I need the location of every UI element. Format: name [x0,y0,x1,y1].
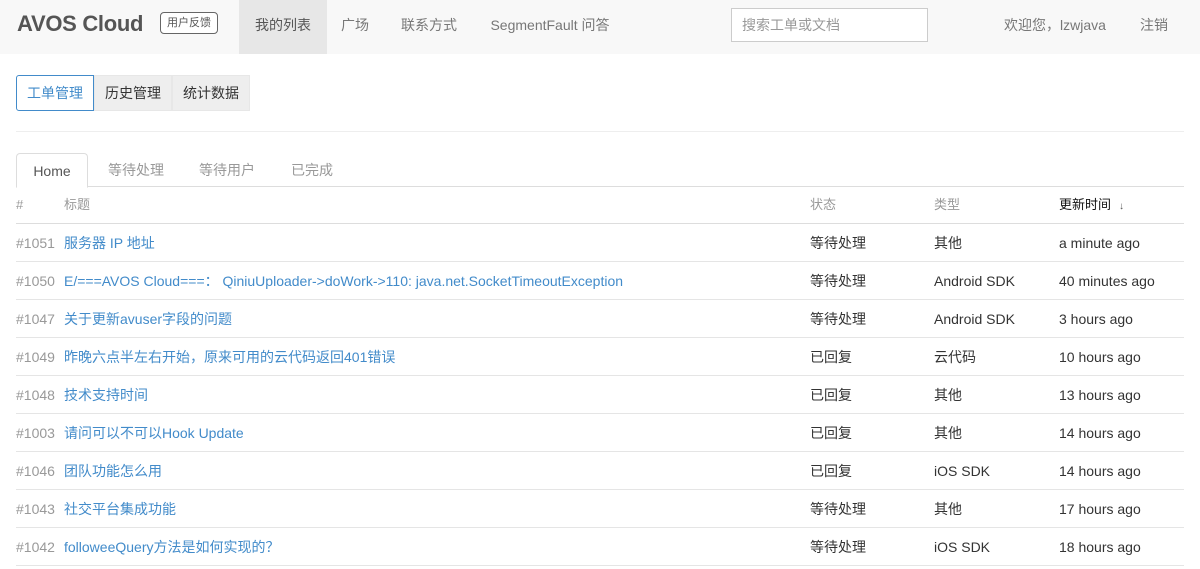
ticket-title-cell: 关于更新avuser字段的问题 [64,300,232,338]
ticket-type: Android SDK [934,311,1015,327]
ticket-type: iOS SDK [934,539,991,555]
table-row[interactable]: #1051 服务器 IP 地址 等待处理 其他 a minute ago [16,224,1184,262]
ticket-title-cell: 服务器 IP 地址 [64,224,155,262]
search-input[interactable] [731,8,928,42]
ticket-title-link[interactable]: 服务器 IP 地址 [64,235,155,251]
nav-item-my-list[interactable]: 我的列表 [239,0,327,54]
header-updated-time-label: 更新时间 [1059,197,1112,212]
header-number: # [16,197,24,212]
ticket-title-link[interactable]: 社交平台集成功能 [64,501,176,517]
ticket-type: 云代码 [934,349,976,365]
ticket-tabs: Home 等待处理 等待用户 已完成 [16,153,1184,188]
ticket-type: iOS SDK [934,463,991,479]
ticket-type: 其他 [934,387,962,403]
ticket-title-link[interactable]: followeeQuery方法是如何实现的？ [64,539,280,555]
sort-descending-icon: ↓ [1119,201,1125,212]
ticket-updated-time: 17 hours ago [1059,501,1141,517]
ticket-number: #1049 [16,349,55,365]
brand-logo[interactable]: AVOS Cloud [17,11,143,37]
table-row[interactable]: #1042 followeeQuery方法是如何实现的？ 等待处理 iOS SDK 18… [16,528,1184,566]
ticket-number: #1003 [16,425,55,441]
table-row[interactable]: #1043 社交平台集成功能 等待处理 其他 17 hours ago [16,490,1184,528]
nav-item-contact[interactable]: 联系方式 [383,0,475,54]
statistics-button[interactable]: 统计数据 [172,75,250,111]
ticket-number: #1043 [16,501,55,517]
header-updated-time[interactable]: 更新时间 ↓ [1059,187,1124,225]
ticket-title-link[interactable]: 请问可以不可以Hook Update [64,425,244,441]
ticket-number: #1048 [16,387,55,403]
ticket-updated-time: 40 minutes ago [1059,273,1155,289]
ticket-updated-time: 3 hours ago [1059,311,1133,327]
ticket-status: 已回复 [810,425,852,441]
ticket-title-cell: followeeQuery方法是如何实现的？ [64,528,280,566]
ticket-title-cell: 请问可以不可以Hook Update [64,414,244,452]
ticket-type: 其他 [934,501,962,517]
ticket-updated-time: 13 hours ago [1059,387,1141,403]
tab-waiting-processing[interactable]: 等待处理 [100,153,172,187]
ticket-title-cell: E/===AVOS Cloud===： QiniuUploader->doWor… [64,262,623,300]
ticket-title-link[interactable]: 关于更新avuser字段的问题 [64,311,232,327]
ticket-updated-time: 18 hours ago [1059,539,1141,555]
ticket-updated-time: 10 hours ago [1059,349,1141,365]
ticket-type: 其他 [934,425,962,441]
tab-waiting-user[interactable]: 等待用户 [191,153,263,187]
header-type[interactable]: 类型 [934,187,960,223]
ticket-status: 已回复 [810,463,852,479]
ticket-status: 等待处理 [810,273,866,289]
table-row[interactable]: #1003 请问可以不可以Hook Update 已回复 其他 14 hours ago [16,414,1184,452]
ticket-updated-time: 14 hours ago [1059,463,1141,479]
ticket-number: #1050 [16,273,55,289]
ticket-number: #1047 [16,311,55,327]
welcome-text[interactable]: 欢迎您，lzwjava [1004,0,1106,54]
table-row[interactable]: #1050 E/===AVOS Cloud===： QiniuUploader->… [16,262,1184,300]
ticket-type: 其他 [934,235,962,251]
ticket-number: #1051 [16,235,55,251]
divider [16,131,1184,132]
tab-completed[interactable]: 已完成 [280,153,344,187]
ticket-number: #1042 [16,539,55,555]
ticket-title-cell: 团队功能怎么用 [64,452,162,490]
ticket-updated-time: 14 hours ago [1059,425,1141,441]
ticket-updated-time: a minute ago [1059,235,1140,251]
ticket-type: Android SDK [934,273,1015,289]
ticket-title-link[interactable]: E/===AVOS Cloud===： QiniuUploader->doWor… [64,273,623,289]
table-row[interactable]: #1048 技术支持时间 已回复 其他 13 hours ago [16,376,1184,414]
top-navbar: AVOS Cloud 用户反馈 我的列表 广场 联系方式 SegmentFaul… [0,0,1200,54]
ticket-status: 等待处理 [810,501,866,517]
ticket-title-link[interactable]: 技术支持时间 [64,387,148,403]
ticket-title-cell: 社交平台集成功能 [64,490,176,528]
tab-home[interactable]: Home [16,153,88,188]
logout-link[interactable]: 注销 [1140,0,1168,54]
header-title[interactable]: 标题 [64,187,90,223]
ticket-status: 等待处理 [810,539,866,555]
ticket-status: 等待处理 [810,311,866,327]
ticket-status: 已回复 [810,387,852,403]
ticket-title-link[interactable]: 昨晚六点半左右开始，原来可用的云代码返回401错误 [64,349,395,365]
table-row[interactable]: #1049 昨晚六点半左右开始，原来可用的云代码返回401错误 已回复 云代码 10 h… [16,338,1184,376]
ticket-title-cell: 技术支持时间 [64,376,148,414]
table-row[interactable]: #1046 团队功能怎么用 已回复 iOS SDK 14 hours ago [16,452,1184,490]
history-management-button[interactable]: 历史管理 [94,75,172,111]
ticket-title-cell: 昨晚六点半左右开始，原来可用的云代码返回401错误 [64,338,395,376]
ticket-management-button[interactable]: 工单管理 [16,75,94,111]
ticket-status: 已回复 [810,349,852,365]
ticket-status: 等待处理 [810,235,866,251]
nav-item-plaza[interactable]: 广场 [327,0,383,54]
ticket-title-link[interactable]: 团队功能怎么用 [64,463,162,479]
feedback-badge[interactable]: 用户反馈 [160,12,218,34]
nav-item-segmentfault[interactable]: SegmentFault 问答 [475,0,625,54]
ticket-number: #1046 [16,463,55,479]
table-header: # 标题 状态 类型 更新时间 ↓ [16,187,1184,224]
table-row[interactable]: #1047 关于更新avuser字段的问题 等待处理 Android SDK 3 hou… [16,300,1184,338]
section-button-group: 工单管理 历史管理 统计数据 [16,75,250,111]
header-status[interactable]: 状态 [810,187,836,223]
